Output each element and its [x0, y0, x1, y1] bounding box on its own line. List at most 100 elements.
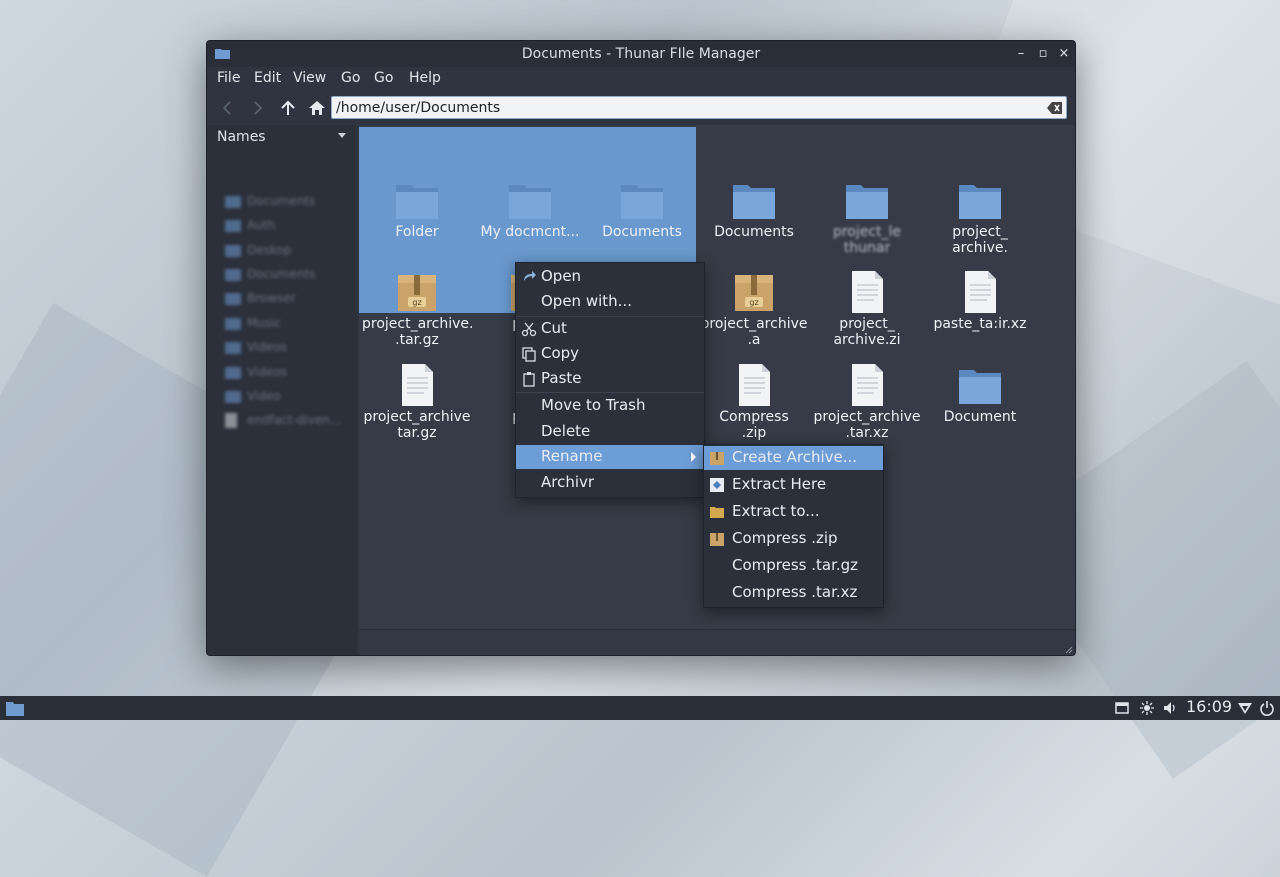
menu-bar: File Edit View Go Go Help [207, 67, 1075, 91]
sidebar-item-label: Music [247, 316, 282, 330]
sidebar-item[interactable]: Videos [225, 339, 345, 357]
context-menu-item[interactable]: Cut [516, 317, 704, 341]
file-label: project_ archive. [952, 224, 1008, 256]
archive-icon [709, 531, 725, 547]
minimize-button[interactable]: – [1011, 44, 1031, 64]
network-icon[interactable] [1139, 700, 1155, 716]
window-list-icon[interactable] [1114, 700, 1130, 716]
submenu-item-label: Compress .tar.gz [732, 556, 859, 574]
sidebar-item[interactable]: Video [225, 388, 345, 406]
resize-grip-icon[interactable] [1065, 646, 1073, 654]
close-button[interactable]: × [1054, 44, 1074, 64]
folder-icon [225, 269, 241, 281]
wifi-icon[interactable] [1237, 700, 1253, 716]
submenu-item[interactable]: Compress .tar.xz [704, 581, 883, 605]
sidebar-item[interactable]: Documents [225, 266, 345, 284]
context-menu-item-label: Paste [541, 369, 582, 387]
context-menu-item-label: Cut [541, 319, 567, 337]
document-icon [844, 269, 890, 315]
menu-go-2[interactable]: Go [374, 70, 393, 86]
clear-icon[interactable] [1047, 101, 1063, 115]
submenu-item-label: Extract to... [732, 502, 820, 520]
context-menu-item-label: Open [541, 267, 582, 285]
sidebar-item[interactable]: Videos [225, 364, 345, 382]
sidebar-item[interactable]: Browser [225, 290, 345, 308]
context-menu-item[interactable]: Open [516, 265, 704, 289]
file-label: Compress .zip [719, 409, 789, 441]
context-menu-item[interactable]: Open with... [516, 290, 704, 314]
folder-icon [225, 293, 241, 305]
file-label: Documents [602, 224, 682, 240]
sidebar-item-label: Videos [247, 365, 287, 379]
submenu-arrow-icon [691, 452, 696, 462]
taskbar: 16:09 [0, 696, 1280, 720]
context-menu-item[interactable]: Delete [516, 420, 704, 444]
menu-separator [516, 392, 704, 393]
maximize-button[interactable]: ▫ [1033, 44, 1053, 64]
submenu-item[interactable]: Compress .zip [704, 527, 883, 551]
context-menu-item[interactable]: Copy [516, 342, 704, 366]
context-menu-item-label: Open with... [541, 292, 632, 310]
folder-icon [394, 177, 440, 223]
paste-icon [521, 371, 537, 387]
folder-icon [225, 367, 241, 379]
sidebar-item[interactable]: Documents [225, 193, 345, 211]
menu-file[interactable]: File [217, 70, 240, 86]
sidebar-item[interactable]: Deskop [225, 242, 345, 260]
power-icon[interactable] [1259, 700, 1275, 716]
file-label: project_archive .a [700, 316, 808, 348]
back-icon[interactable] [217, 99, 237, 117]
folder-icon[interactable] [6, 700, 24, 716]
toolbar: /home/user/Documents [207, 91, 1075, 125]
context-menu-item[interactable]: Paste [516, 367, 704, 391]
sidebar: Names Documents Auth Deskop Documents Br… [207, 125, 357, 655]
file-label: My docmcnt... [480, 224, 580, 240]
submenu-item[interactable]: Compress .tar.gz [704, 554, 883, 578]
home-icon[interactable] [307, 99, 327, 117]
context-menu-item-label: Archivr [541, 473, 595, 491]
file-label: Folder [395, 224, 439, 240]
context-menu-item[interactable]: Rename [516, 445, 704, 469]
sidebar-item[interactable]: Auth [225, 217, 345, 235]
svg-text:gz: gz [412, 298, 421, 307]
file-icon [225, 413, 237, 428]
file-label: project_archive. .tar.gz [362, 316, 474, 348]
submenu-item[interactable]: Create Archive... [704, 446, 883, 470]
archive-icon: gz [394, 269, 440, 315]
folder-icon [619, 177, 665, 223]
menu-help[interactable]: Help [409, 70, 441, 86]
menu-view[interactable]: View [293, 70, 326, 86]
context-menu-item-label: Delete [541, 422, 591, 440]
extract-icon [709, 477, 725, 493]
menu-edit[interactable]: Edit [254, 70, 281, 86]
location-bar[interactable]: /home/user/Documents [331, 96, 1067, 119]
archive-icon [709, 450, 725, 466]
up-arrow-icon[interactable] [278, 99, 298, 117]
context-menu-item[interactable]: Move to Trash [516, 394, 704, 418]
submenu-item[interactable]: Extract to... [704, 500, 883, 524]
sidebar-item-label: Browser [247, 291, 296, 305]
file-label: project_archive .tar.xz [813, 409, 921, 441]
open-icon [521, 269, 537, 285]
sidebar-item[interactable]: endfact-diven... [225, 412, 345, 430]
folder-icon [709, 504, 725, 520]
sidebar-item-label: Deskop [247, 243, 292, 257]
submenu-item[interactable]: Extract Here [704, 473, 883, 497]
clock[interactable]: 16:09 [1186, 697, 1232, 716]
document-icon [844, 362, 890, 408]
title-bar[interactable]: Documents - Thunar FIle Manager – ▫ × [207, 41, 1075, 67]
file-label: project_le thunar [832, 224, 902, 256]
folder-icon [957, 177, 1003, 223]
context-menu-item[interactable]: Archivr [516, 471, 704, 495]
volume-icon[interactable] [1162, 700, 1178, 716]
document-icon [394, 362, 440, 408]
chevron-down-icon[interactable] [338, 133, 346, 138]
sidebar-header[interactable]: Names [217, 129, 266, 145]
document-icon [731, 362, 777, 408]
file-label: Document [943, 409, 1017, 425]
sidebar-item[interactable]: Music [225, 315, 345, 333]
forward-icon[interactable] [248, 99, 268, 117]
context-menu-item-label: Copy [541, 344, 580, 362]
menu-go[interactable]: Go [341, 70, 360, 86]
document-icon [957, 269, 1003, 315]
